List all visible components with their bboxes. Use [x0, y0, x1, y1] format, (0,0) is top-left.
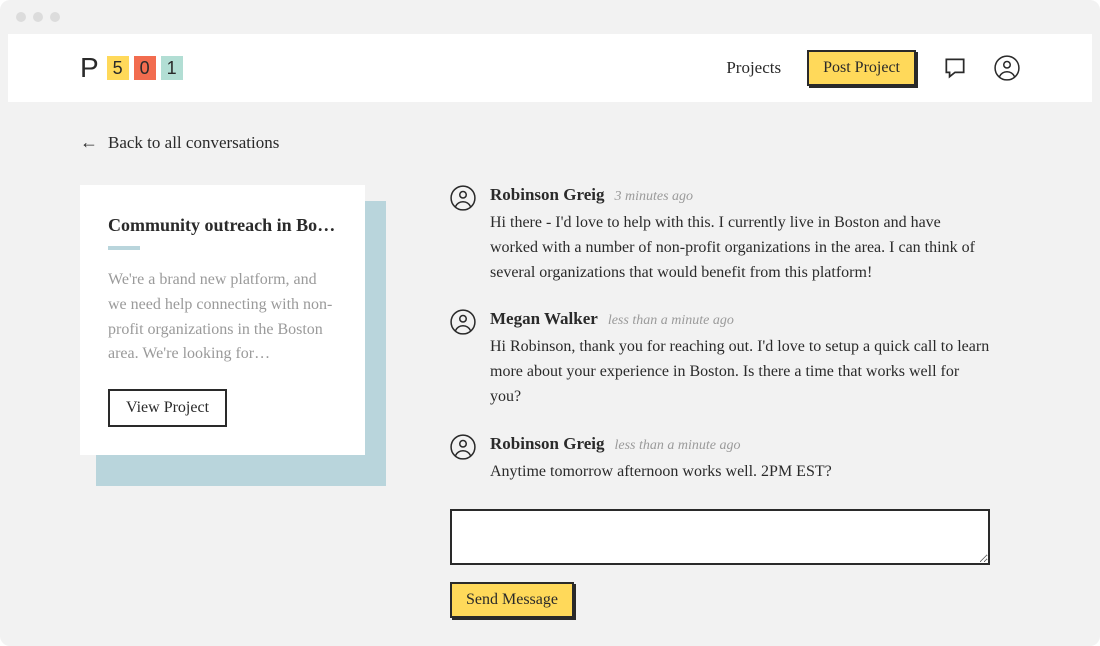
avatar-icon: [450, 185, 476, 211]
back-link[interactable]: ← Back to all conversations: [80, 132, 1020, 153]
send-message-button[interactable]: Send Message: [450, 582, 574, 618]
window-dot: [33, 12, 43, 22]
msg-text: Hi Robinson, thank you for reaching out.…: [490, 335, 990, 409]
post-project-button[interactable]: Post Project: [807, 50, 916, 86]
logo-5: 5: [107, 56, 129, 80]
msg-time: less than a minute ago: [608, 313, 734, 329]
message: Robinson Greig less than a minute ago An…: [450, 434, 990, 485]
nav-projects[interactable]: Projects: [726, 58, 781, 78]
msg-text: Hi there - I'd love to help with this. I…: [490, 211, 990, 285]
message: Robinson Greig 3 minutes ago Hi there - …: [450, 185, 990, 285]
logo-p: P: [80, 52, 105, 84]
logo-1: 1: [161, 56, 183, 80]
browser-chrome: [0, 0, 1100, 34]
avatar-icon: [450, 309, 476, 335]
message: Megan Walker less than a minute ago Hi R…: [450, 309, 990, 409]
back-link-label: Back to all conversations: [108, 133, 279, 153]
project-description: We're a brand new platform, and we need …: [108, 268, 337, 367]
msg-time: less than a minute ago: [614, 438, 740, 454]
nav-right: Projects Post Project: [726, 50, 1020, 86]
window-dot: [16, 12, 26, 22]
topbar: P 5 0 1 Projects Post Project: [8, 34, 1092, 102]
conversation: Robinson Greig 3 minutes ago Hi there - …: [450, 185, 990, 618]
arrow-left-icon: ←: [80, 132, 98, 153]
logo[interactable]: P 5 0 1: [80, 52, 183, 84]
message-input[interactable]: [450, 509, 990, 565]
msg-time: 3 minutes ago: [614, 189, 693, 205]
project-card-wrap: Community outreach in Bosto… We're a bra…: [80, 185, 380, 455]
project-title: Community outreach in Bosto…: [108, 215, 337, 236]
msg-author: Robinson Greig: [490, 185, 604, 205]
msg-author: Robinson Greig: [490, 434, 604, 454]
msg-author: Megan Walker: [490, 309, 598, 329]
msg-text: Anytime tomorrow afternoon works well. 2…: [490, 460, 990, 485]
user-icon[interactable]: [994, 55, 1020, 81]
project-card: Community outreach in Bosto… We're a bra…: [80, 185, 365, 455]
logo-0: 0: [134, 56, 156, 80]
card-underline: [108, 246, 140, 250]
chat-icon[interactable]: [942, 55, 968, 81]
avatar-icon: [450, 434, 476, 460]
view-project-button[interactable]: View Project: [108, 389, 227, 427]
window-dot: [50, 12, 60, 22]
